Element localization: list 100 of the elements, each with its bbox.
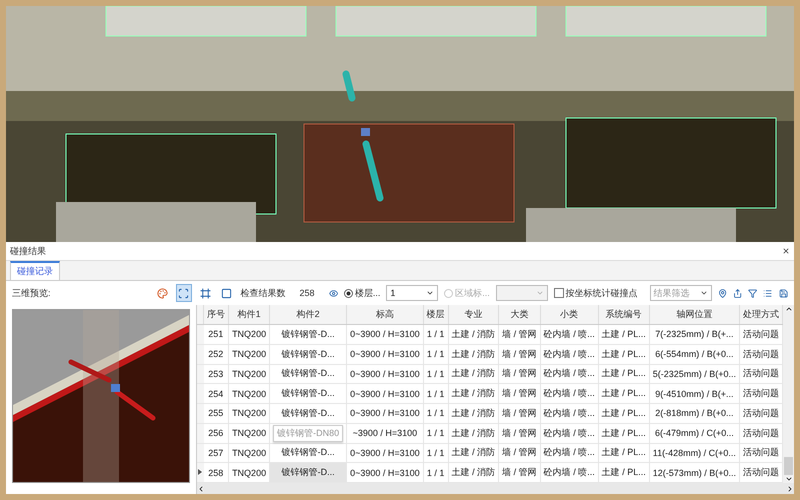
table-cell: 土建 / 消防 [448, 324, 499, 344]
stat-checkbox[interactable]: 按坐标统计碰撞点 [554, 286, 638, 300]
column-header[interactable]: 构件1 [228, 305, 270, 324]
filter-icon[interactable] [748, 288, 758, 298]
cell-tooltip: 镀锌钢管-DN80 [273, 424, 344, 442]
table-cell: 252 [204, 344, 229, 364]
table-cell: 土建 / PL... [598, 443, 650, 463]
table-cell: 土建 / 消防 [448, 384, 499, 404]
table-cell: 253 [204, 364, 229, 384]
table-cell: 9(-4510mm) / B(+... [649, 384, 740, 404]
table-cell: 256 [204, 423, 229, 443]
table-cell: 砼内墙 / 喷... [540, 324, 598, 344]
table-cell: 墙 / 管网 [498, 344, 540, 364]
table-cell: 墙 / 管网 [498, 324, 540, 344]
table-cell: 1 / 1 [423, 324, 448, 344]
table-cell: 6(-554mm) / B(+0... [649, 344, 740, 364]
close-icon[interactable] [782, 247, 790, 255]
table-cell: 砼内墙 / 喷... [540, 364, 598, 384]
table-cell: 0~3900 / H=3100 [346, 443, 424, 463]
table-cell: TNQ200 [228, 423, 270, 443]
floor-select[interactable]: 1 [386, 285, 438, 301]
vertical-scrollbar[interactable] [783, 305, 794, 483]
table-cell: 墙 / 管网 [498, 404, 540, 424]
table-cell: 0~3900 / H=3100 [346, 324, 424, 344]
table-cell: 0~3900 / H=3100 [346, 364, 424, 384]
table-cell: 1 / 1 [423, 423, 448, 443]
table-cell: 镀锌钢管-D... [270, 384, 347, 404]
count-value: 258 [300, 288, 315, 298]
column-header[interactable]: 处理方式 [740, 305, 782, 324]
table-cell: 砼内墙 / 喷... [540, 384, 598, 404]
table-cell: TNQ200 [228, 384, 270, 404]
table-cell: 5(-2325mm) / B(+0... [649, 364, 740, 384]
table-cell: 镀锌钢管-D... [270, 462, 347, 482]
table-cell: 土建 / PL... [598, 404, 650, 424]
table-cell: 土建 / 消防 [448, 404, 499, 424]
table-cell: 墙 / 管网 [498, 384, 540, 404]
table-cell: 砼内墙 / 喷... [540, 404, 598, 424]
table-cell: 土建 / 消防 [448, 344, 499, 364]
table-cell: 镀锌钢管-D... [270, 344, 347, 364]
table-cell: 土建 / PL... [598, 384, 650, 404]
table-cell: 土建 / 消防 [448, 443, 499, 463]
fit-view-button[interactable] [176, 284, 192, 302]
eye-icon[interactable] [328, 288, 338, 298]
table-cell: 镀锌钢管-D... [270, 404, 347, 424]
scrollbar-thumb[interactable] [784, 457, 793, 475]
table-cell: 砼内墙 / 喷... [540, 423, 598, 443]
panel-title: 碰撞结果 [10, 244, 46, 258]
table-cell: 土建 / 消防 [448, 364, 499, 384]
table-cell: 墙 / 管网 [498, 423, 540, 443]
scroll-left-icon[interactable] [197, 484, 205, 492]
table-cell: TNQ200 [228, 364, 270, 384]
table-cell: 墙 / 管网 [498, 364, 540, 384]
column-header[interactable]: 系统编号 [598, 305, 650, 324]
scroll-down-icon[interactable] [784, 475, 792, 483]
column-header[interactable]: 轴网位置 [649, 305, 740, 324]
column-header[interactable]: 序号 [204, 305, 229, 324]
table-cell: TNQ200 [228, 324, 270, 344]
table-cell: 1 / 1 [423, 364, 448, 384]
table-cell: TNQ200 [228, 344, 270, 364]
column-header[interactable]: 构件2 [270, 305, 347, 324]
save-icon[interactable] [778, 288, 788, 298]
column-header[interactable]: 标高 [346, 305, 424, 324]
preview-label: 三维预览: [12, 286, 51, 300]
table-cell: 砼内墙 / 喷... [540, 344, 598, 364]
table-cell: 11(-428mm) / C(+0... [649, 443, 740, 463]
floor-radio[interactable]: 楼层... [344, 286, 380, 300]
horizontal-scrollbar[interactable] [197, 483, 794, 494]
table-cell: 土建 / 消防 [448, 423, 499, 443]
table-cell: 1 / 1 [423, 443, 448, 463]
table-cell: 土建 / PL... [598, 324, 650, 344]
column-header[interactable]: 专业 [448, 305, 499, 324]
list-icon[interactable] [763, 288, 773, 298]
table-cell: ~3900 / H=3100 [346, 423, 424, 443]
table-cell: 2(-818mm) / B(+0... [649, 404, 740, 424]
table-cell: 6(-479mm) / C(+0... [649, 423, 740, 443]
table-cell: 254 [204, 384, 229, 404]
table-cell: 7(-2325mm) / B(+... [649, 324, 740, 344]
table-cell: 土建 / PL... [598, 423, 650, 443]
table-cell: 墙 / 管网 [498, 443, 540, 463]
column-header[interactable]: 大类 [498, 305, 540, 324]
table-cell: 1 / 1 [423, 344, 448, 364]
row-pointer-icon [198, 469, 202, 476]
table-cell: 0~3900 / H=3100 [346, 384, 424, 404]
table-cell: 镀锌钢管-D... [270, 324, 347, 344]
table-cell: 251 [204, 324, 229, 344]
pin-icon[interactable] [718, 288, 727, 298]
table-cell: 0~3900 / H=3100 [346, 344, 424, 364]
table-cell: 255 [204, 404, 229, 424]
scroll-right-icon[interactable] [786, 484, 794, 492]
table-cell: 257 [204, 443, 229, 463]
table-cell: 1 / 1 [423, 404, 448, 424]
count-label: 检查结果数 [240, 286, 286, 300]
column-header[interactable]: 小类 [540, 305, 598, 324]
column-header[interactable]: 楼层 [423, 305, 448, 324]
table-cell: 镀锌钢管-D... [270, 364, 347, 384]
table-cell: 土建 / PL... [598, 344, 650, 364]
tab[interactable]: 碰撞记录 [10, 261, 60, 280]
scroll-up-icon[interactable] [784, 305, 792, 313]
table-cell: 砼内墙 / 喷... [540, 443, 598, 463]
export-icon[interactable] [732, 288, 742, 298]
